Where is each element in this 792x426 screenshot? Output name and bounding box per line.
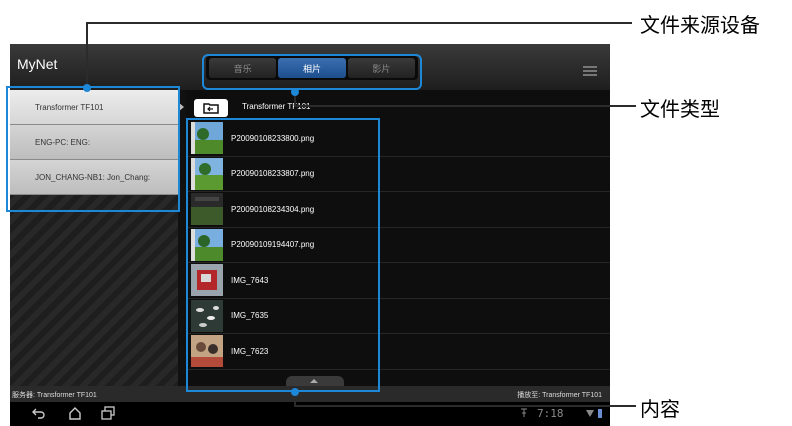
home-icon[interactable] [68, 406, 82, 420]
content-highlight-box [186, 118, 380, 392]
player-status: 播放至: Transformer TF101 [517, 392, 602, 399]
leader-line [294, 105, 636, 107]
callout-source-device: 文件来源设备 [640, 13, 760, 37]
app-title: MyNet [17, 56, 58, 72]
up-folder-button[interactable] [194, 99, 228, 117]
back-icon[interactable] [32, 406, 46, 420]
callout-dot [291, 388, 299, 396]
folder-back-icon [203, 103, 219, 114]
callout-dot [291, 88, 299, 96]
callout-file-type: 文件类型 [640, 97, 720, 121]
recent-apps-icon[interactable] [101, 406, 115, 420]
menu-icon[interactable] [583, 66, 597, 76]
callout-dot [83, 84, 91, 92]
leader-line [294, 405, 636, 407]
usb-icon [521, 408, 527, 417]
callout-content: 内容 [640, 397, 680, 421]
clock: 7:18 [537, 407, 564, 420]
leader-line [86, 22, 632, 24]
wifi-icon [586, 410, 594, 417]
leader-line [86, 22, 88, 88]
server-status: 服务器: Transformer TF101 [12, 392, 97, 399]
source-highlight-box [6, 86, 180, 212]
battery-icon [598, 409, 602, 418]
type-highlight-box [202, 54, 422, 90]
